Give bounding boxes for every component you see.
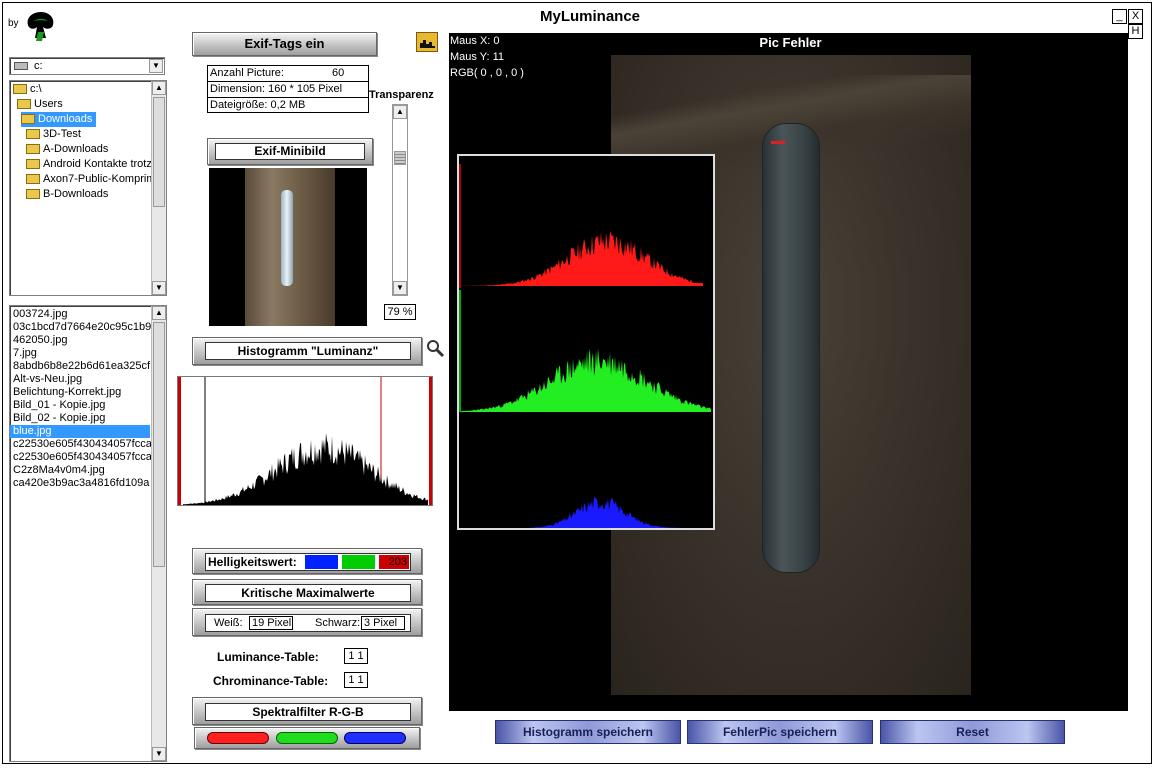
spectral-filter-label: Spektralfilter R-G-B	[205, 703, 411, 721]
file-item[interactable]: 03c1bcd7d7664e20c95c1b9	[10, 321, 166, 334]
slider-thumb[interactable]	[394, 151, 406, 165]
brightness-blue-bar	[305, 555, 338, 569]
scroll-down-icon[interactable]: ▼	[152, 281, 166, 295]
drive-select[interactable]: c: ▼	[9, 57, 165, 75]
histogram-luminanz-label: Histogramm "Luminanz"	[205, 342, 411, 360]
scroll-up-icon[interactable]: ▲	[393, 105, 407, 119]
histogram-luminanz-button[interactable]: Histogramm "Luminanz"	[192, 337, 422, 365]
tree-item-downloads[interactable]: Downloads	[21, 112, 97, 127]
white-value: 19 Pixel	[249, 616, 293, 630]
folder-icon	[26, 144, 40, 155]
file-item[interactable]: Bild_01 - Kopie.jpg	[10, 399, 166, 412]
magnifier-icon[interactable]	[425, 338, 445, 358]
file-list[interactable]: 003724.jpg 03c1bcd7d7664e20c95c1b9 46205…	[9, 305, 167, 762]
brightness-label: Helligkeitswert:	[208, 555, 297, 569]
histogram-chart-icon[interactable]	[416, 32, 438, 52]
file-item[interactable]: Alt-vs-Neu.jpg	[10, 373, 166, 386]
chevron-down-icon[interactable]: ▼	[149, 59, 163, 73]
drive-icon	[14, 62, 28, 70]
critical-values-label: Kritische Maximalwerte	[205, 584, 411, 602]
brightness-panel: Helligkeitswert: 203	[192, 548, 422, 574]
file-item-selected[interactable]: blue.jpg	[10, 425, 150, 438]
critical-values-button[interactable]: Kritische Maximalwerte	[192, 579, 422, 605]
folder-icon	[26, 129, 40, 140]
exif-info-box: Anzahl Picture: 60 Dimension: 160 * 105 …	[207, 65, 369, 113]
close-button[interactable]: X	[1128, 9, 1143, 24]
luminance-table-label: Luminance-Table:	[217, 650, 319, 664]
tree-item-b-downloads[interactable]: B-Downloads	[26, 187, 108, 202]
file-scrollbar[interactable]: ▲ ▼	[151, 306, 166, 761]
file-item[interactable]: 462050.jpg	[10, 334, 166, 347]
picture-count-label: Anzahl Picture:	[210, 67, 284, 79]
save-error-pic-button[interactable]: FehlerPic speichern	[687, 720, 873, 744]
black-value: 3 Pixel	[361, 616, 405, 630]
file-item[interactable]: 003724.jpg	[10, 308, 166, 321]
folder-icon	[26, 174, 40, 185]
save-histogram-button[interactable]: Histogramm speichern	[495, 720, 681, 744]
filesize-text: Dateigröße: 0,2 MB	[210, 99, 306, 111]
window-title: MyLuminance	[539, 8, 641, 25]
tree-item-a-downloads[interactable]: A-Downloads	[26, 142, 108, 157]
viewer-title: Pic Fehler	[759, 35, 822, 50]
file-item[interactable]: ca420e3b9ac3a4816fd109a	[10, 477, 166, 490]
rgb-histogram-overlay	[457, 154, 715, 530]
tree-scrollbar[interactable]: ▲ ▼	[151, 81, 166, 295]
picture-count-value: 60	[332, 67, 345, 79]
mouse-y-text: Maus Y: 11	[450, 51, 505, 63]
white-label: Weiß:	[214, 617, 243, 629]
exif-minibild-label: Exif-Minibild	[215, 143, 365, 160]
blue-filter-button[interactable]	[344, 732, 406, 744]
folder-open-icon	[21, 114, 35, 125]
image-viewer[interactable]: Maus X: 0 Maus Y: 11 RGB( 0 , 0 , 0 ) Pi…	[449, 33, 1128, 711]
reset-button[interactable]: Reset	[880, 720, 1065, 744]
critical-values-panel: Weiß: 19 Pixel Schwarz: 3 Pixel	[192, 608, 422, 636]
transparency-label: Transparenz	[369, 89, 434, 101]
rgb-text: RGB( 0 , 0 , 0 )	[450, 67, 524, 79]
brightness-value: 203	[379, 555, 409, 569]
brightness-green-bar	[342, 555, 375, 569]
transparency-slider[interactable]: ▲ ▼	[392, 104, 408, 296]
rgb-filter-panel	[194, 727, 420, 749]
chrominance-table-label: Chrominance-Table:	[213, 674, 329, 688]
folder-icon	[26, 189, 40, 200]
file-item[interactable]: 7.jpg	[10, 347, 166, 360]
file-item[interactable]: 8abdb6b8e22b6d61ea325cf	[10, 360, 166, 373]
folder-tree[interactable]: c:\ Users Downloads 3D-Test A-Downloads …	[9, 80, 167, 296]
folder-icon	[26, 159, 40, 170]
file-item[interactable]: c22530e605f430434057fcca	[10, 451, 166, 464]
exif-tags-button[interactable]: Exif-Tags ein	[192, 32, 377, 56]
tree-item-android[interactable]: Android Kontakte trotz	[26, 157, 152, 172]
exif-thumbnail	[209, 168, 367, 326]
spectral-filter-button[interactable]: Spektralfilter R-G-B	[192, 697, 422, 725]
exif-minibild-button[interactable]: Exif-Minibild	[207, 138, 373, 165]
file-item[interactable]: c22530e605f430434057fcca	[10, 438, 166, 451]
file-item[interactable]: Belichtung-Korrekt.jpg	[10, 386, 166, 399]
folder-open-icon	[17, 99, 31, 110]
scroll-up-icon[interactable]: ▲	[152, 306, 166, 320]
black-label: Schwarz:	[315, 617, 361, 629]
tree-item-axon7[interactable]: Axon7-Public-Komprimi	[26, 172, 158, 187]
luminance-table-value: 1 1	[344, 648, 368, 664]
tree-item-users[interactable]: Users	[17, 97, 63, 112]
red-filter-button[interactable]	[207, 732, 269, 744]
transparency-value: 79 %	[384, 304, 416, 320]
scroll-down-icon[interactable]: ▼	[393, 281, 407, 295]
scroll-up-icon[interactable]: ▲	[152, 81, 166, 95]
luminance-histogram	[177, 376, 433, 506]
file-item[interactable]: Bild_02 - Kopie.jpg	[10, 412, 166, 425]
scroll-down-icon[interactable]: ▼	[152, 747, 166, 761]
scroll-thumb[interactable]	[153, 97, 165, 207]
green-filter-button[interactable]	[276, 732, 338, 744]
file-item[interactable]: C2z8Ma4v0m4.jpg	[10, 464, 166, 477]
chrominance-table-value: 1 1	[344, 672, 368, 688]
tree-item-3d-test[interactable]: 3D-Test	[26, 127, 81, 142]
minimize-button[interactable]: _	[1112, 9, 1127, 24]
scroll-thumb[interactable]	[153, 322, 165, 567]
tree-item-root[interactable]: c:\	[13, 82, 42, 97]
drive-value: c:	[34, 60, 43, 72]
dimension-text: Dimension: 160 * 105 Pixel	[208, 82, 368, 98]
folder-open-icon	[13, 84, 27, 95]
